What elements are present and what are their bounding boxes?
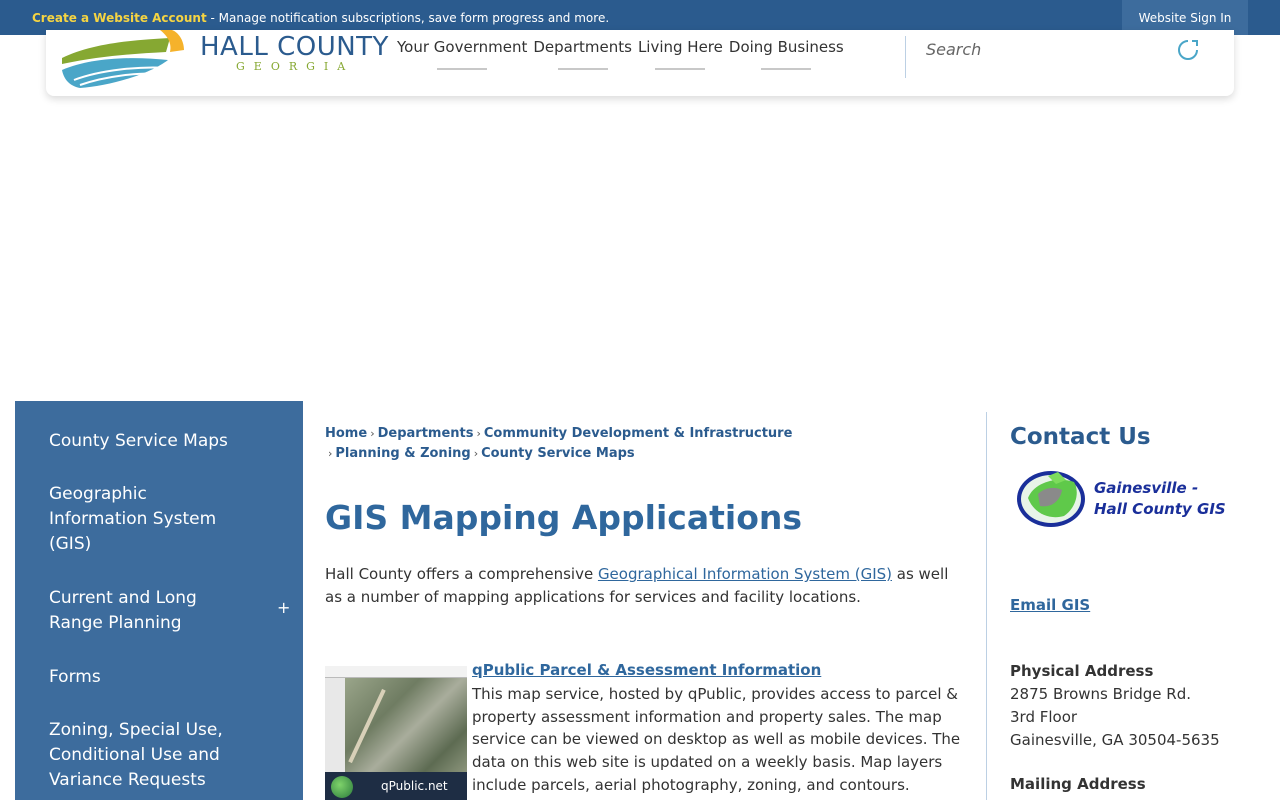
- notification-message: Create a Website Account - Manage notifi…: [32, 11, 609, 25]
- gis-logo-line2: Hall County GIS: [1094, 500, 1226, 518]
- column-divider: [986, 412, 987, 800]
- gis-link[interactable]: Geographical Information System (GIS): [598, 565, 892, 583]
- thumbnail-sidebar: [325, 678, 345, 772]
- mailing-address-label: Mailing Address: [1010, 775, 1146, 793]
- gis-logo-text: Gainesville - Hall County GIS: [1094, 478, 1226, 520]
- physical-address-label: Physical Address: [1010, 662, 1154, 680]
- logo-subtitle: GEORGIA: [236, 60, 355, 73]
- hall-county-logo[interactable]: HALL COUNTY GEORGIA: [60, 30, 388, 92]
- intro-paragraph: Hall County offers a comprehensive Geogr…: [325, 563, 965, 609]
- expand-toggle-icon[interactable]: +: [277, 598, 290, 617]
- nav-doing-business[interactable]: Doing Business: [726, 38, 847, 70]
- intro-text: Hall County offers a comprehensive: [325, 565, 598, 583]
- email-gis-link[interactable]: Email GIS: [1010, 596, 1090, 614]
- sidebar-item-county-service-maps[interactable]: County Service Maps: [49, 429, 249, 454]
- header-divider: [905, 36, 906, 78]
- sidebar-navigation: County Service Maps Geographic Informati…: [15, 401, 303, 800]
- address-line: Gainesville, GA 30504-5635: [1010, 731, 1220, 749]
- breadcrumb-planning-zoning[interactable]: Planning & Zoning: [335, 446, 470, 461]
- main-navigation: Your Government Departments Living Here …: [394, 38, 847, 70]
- breadcrumb-separator: ›: [328, 447, 333, 460]
- breadcrumb-departments[interactable]: Departments: [378, 426, 474, 441]
- nav-living-here[interactable]: Living Here: [635, 38, 726, 70]
- breadcrumb-home[interactable]: Home: [325, 426, 367, 441]
- qpublic-thumbnail[interactable]: qPublic.net: [325, 666, 467, 800]
- breadcrumb-community-development[interactable]: Community Development & Infrastructure: [484, 426, 793, 441]
- page-title: GIS Mapping Applications: [325, 498, 803, 537]
- thumbnail-toolbar: [325, 666, 467, 678]
- contact-title: Contact Us: [1010, 424, 1151, 450]
- site-header: HALL COUNTY GEORGIA Your Government Depa…: [46, 30, 1234, 96]
- logo-title: HALL COUNTY: [200, 32, 389, 62]
- breadcrumb-county-service-maps[interactable]: County Service Maps: [481, 446, 635, 461]
- sidebar-item-zoning-requests[interactable]: Zoning, Special Use, Conditional Use and…: [49, 718, 239, 793]
- search-icon[interactable]: [1176, 37, 1202, 63]
- thumbnail-label: qPublic.net: [381, 779, 448, 793]
- create-account-link[interactable]: Create a Website Account: [32, 11, 207, 25]
- address-line: 2875 Browns Bridge Rd.: [1010, 685, 1191, 703]
- breadcrumb-separator: ›: [473, 447, 479, 460]
- address-line: 3rd Floor: [1010, 708, 1078, 726]
- sidebar-item-gis[interactable]: Geographic Information System (GIS): [49, 482, 239, 557]
- nav-your-government[interactable]: Your Government: [394, 38, 530, 70]
- breadcrumb: Home › Departments › Community Development &…: [325, 424, 965, 464]
- qpublic-link[interactable]: qPublic Parcel & Assessment Information: [472, 661, 821, 679]
- gis-logo-icon[interactable]: [1014, 468, 1088, 530]
- gis-logo-line1: Gainesville -: [1094, 479, 1199, 497]
- qpublic-globe-icon: [331, 776, 353, 798]
- hall-county-logo-mark: [62, 30, 184, 88]
- sidebar-item-planning[interactable]: Current and Long Range Planning: [49, 586, 249, 636]
- notification-text: - Manage notification subscriptions, sav…: [206, 10, 610, 25]
- search-input[interactable]: [926, 38, 1166, 60]
- nav-departments[interactable]: Departments: [530, 38, 635, 70]
- thumbnail-aerial-map: [345, 678, 467, 772]
- breadcrumb-separator: ›: [476, 427, 481, 440]
- breadcrumb-separator: ›: [370, 427, 375, 440]
- qpublic-description: This map service, hosted by qPublic, pro…: [472, 685, 961, 794]
- sidebar-item-forms[interactable]: Forms: [49, 665, 249, 690]
